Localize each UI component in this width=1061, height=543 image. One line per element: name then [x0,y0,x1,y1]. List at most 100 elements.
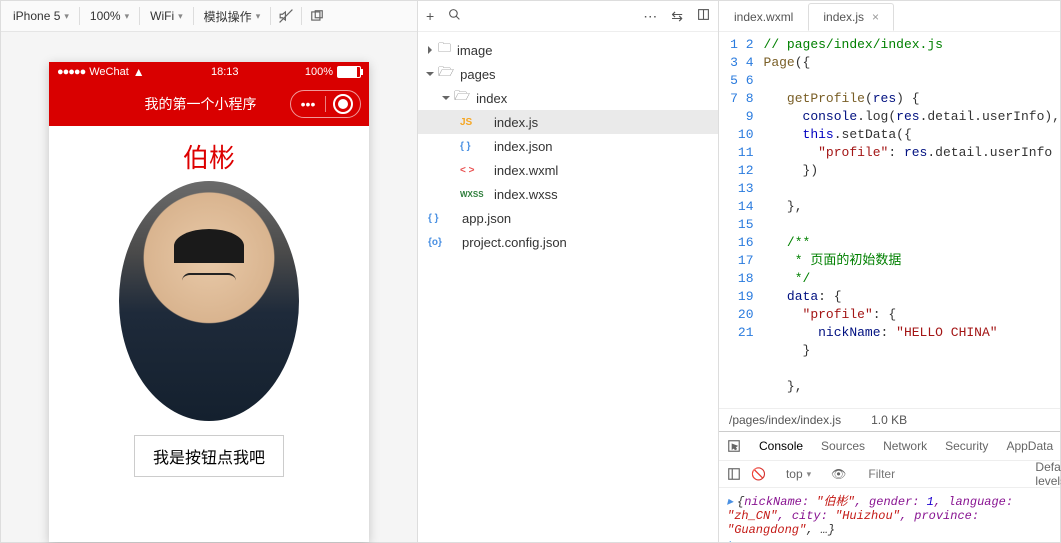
explorer-pane: + ⋯ ⇆ 🗀image 🗁pages 🗁 index JSindex.js { … [418,1,719,542]
devtools-pane: Console Sources Network Security AppData… [719,431,1060,542]
tree-file-index-wxml[interactable]: < >index.wxml [418,158,718,182]
collapse-icon[interactable]: ⇆ [671,8,683,25]
tab-network[interactable]: Network [883,439,927,453]
tree-folder-pages[interactable]: 🗁pages [418,62,718,86]
tree-label: index [476,91,507,106]
battery-pct: 100% [305,66,333,78]
tab-label: index.wxml [734,10,793,24]
folder-icon: 🗀 [438,39,451,61]
battery-icon [337,66,361,78]
context-label: top [786,467,803,481]
json-icon: {o} [428,237,456,248]
carrier-label: WeChat [89,66,129,78]
app-navbar: 我的第一个小程序 ••• [49,82,369,126]
tree-label: pages [460,67,495,82]
folder-open-icon: 🗁 [454,87,470,109]
more-icon[interactable]: ⋯ [643,8,657,25]
zoom-select[interactable]: 100% ▾ [84,5,135,27]
divider [79,7,80,25]
tree-file-index-json[interactable]: { }index.json [418,134,718,158]
tab-index-js[interactable]: index.js × [808,3,894,31]
eye-icon[interactable]: 👁 [831,467,846,481]
split-icon[interactable] [697,8,710,25]
network-select[interactable]: WiFi ▾ [144,5,189,27]
line-gutter: 1 2 3 4 5 6 7 8 9 10 11 12 13 14 15 16 1… [719,32,764,408]
simulator-body: ●●●●● WeChat ▲ 18:13 100% 我的第一个小程序 ••• 伯… [1,32,417,542]
mock-label: 模拟操作 [204,8,252,25]
page-content: 伯彬 我是按钮点我吧 [49,126,369,497]
levels-label: Default levels [1035,460,1061,488]
context-select[interactable]: top ▾ [786,467,811,481]
close-icon[interactable]: × [872,10,879,24]
tab-sources[interactable]: Sources [821,439,865,453]
tree-folder-index[interactable]: 🗁 index [418,86,718,110]
clock-label: 18:13 [211,66,239,78]
console-prompt[interactable]: › [727,537,1052,542]
search-icon[interactable] [448,8,461,24]
signal-icon: ●●●●● [57,66,85,78]
network-label: WiFi [150,9,174,23]
file-path: /pages/index/index.js [729,413,841,427]
filter-input[interactable] [866,466,1025,482]
console-toolbar: 🚫 top ▾ 👁 Default levels▾ [719,461,1060,488]
tab-index-wxml[interactable]: index.wxml [719,3,808,31]
device-label: iPhone 5 [13,9,60,23]
add-icon[interactable]: + [426,8,434,24]
wifi-icon: ▲ [133,65,145,79]
tree-label: index.js [494,115,538,130]
chevron-down-icon: ▾ [125,11,130,22]
code-editor[interactable]: 1 2 3 4 5 6 7 8 9 10 11 12 13 14 15 16 1… [719,32,1060,408]
tab-label: index.js [823,10,864,24]
tree-file-index-js[interactable]: JSindex.js [418,110,718,134]
editor-pane: index.wxml index.js × 1 2 3 4 5 6 7 8 9 1… [719,1,1060,542]
clear-icon[interactable]: 🚫 [751,467,766,481]
chevron-down-icon: ▾ [178,11,183,22]
wxss-icon: WXSS [460,190,488,199]
console-row[interactable]: ▸{nickName: "伯彬", gender: 1, language: "… [727,492,1052,537]
caret-down-icon [426,72,434,76]
tree-file-project-config[interactable]: {o} project.config.json [418,230,718,254]
tree-label: app.json [462,211,511,226]
caret-right-icon: ▸ [727,495,733,509]
tab-appdata[interactable]: AppData [1006,439,1053,453]
mock-select[interactable]: 模拟操作 ▾ [198,5,267,27]
divider [139,7,140,25]
device-select[interactable]: iPhone 5▾ [7,5,75,27]
sidebar-toggle-icon[interactable] [727,467,741,481]
caret-right-icon [428,46,432,54]
chevron-down-icon: ▾ [807,469,812,480]
close-icon[interactable] [326,91,360,117]
levels-select[interactable]: Default levels▾ [1035,460,1061,488]
status-bar: ●●●●● WeChat ▲ 18:13 100% [49,62,369,82]
tab-security[interactable]: Security [945,439,988,453]
detach-icon[interactable] [306,5,328,27]
page-title: 我的第一个小程序 [145,94,257,114]
file-size: 1.0 KB [871,413,907,427]
devtools-tabs: Console Sources Network Security AppData… [719,432,1060,461]
tree-file-index-wxss[interactable]: WXSSindex.wxss [418,182,718,206]
zoom-label: 100% [90,9,121,23]
avatar [119,181,299,421]
caret-down-icon [442,96,450,100]
tree-label: project.config.json [462,235,567,250]
simulator-toolbar: iPhone 5▾ 100% ▾ WiFi ▾ 模拟操作 ▾ [1,1,417,32]
chevron-down-icon: ▾ [256,11,261,22]
primary-button[interactable]: 我是按钮点我吧 [134,435,284,477]
json-icon: { } [428,213,456,224]
capsule-menu: ••• [290,90,361,118]
divider [193,7,194,25]
inspect-icon[interactable] [727,439,741,453]
json-icon: { } [460,141,488,152]
tab-console[interactable]: Console [759,439,803,453]
phone-frame: ●●●●● WeChat ▲ 18:13 100% 我的第一个小程序 ••• 伯… [49,62,369,542]
menu-icon[interactable]: ••• [291,91,325,117]
nickname-text: 伯彬 [49,138,369,175]
chevron-right-icon: › [727,537,734,542]
mute-icon[interactable] [275,5,297,27]
editor-statusbar: /pages/index/index.js 1.0 KB [719,408,1060,431]
console-output[interactable]: ▸{nickName: "伯彬", gender: 1, language: "… [719,488,1060,542]
tree-folder-image[interactable]: 🗀image [418,38,718,62]
tree-file-app-json[interactable]: { } app.json [418,206,718,230]
wxml-icon: < > [460,165,488,176]
divider [301,7,302,25]
